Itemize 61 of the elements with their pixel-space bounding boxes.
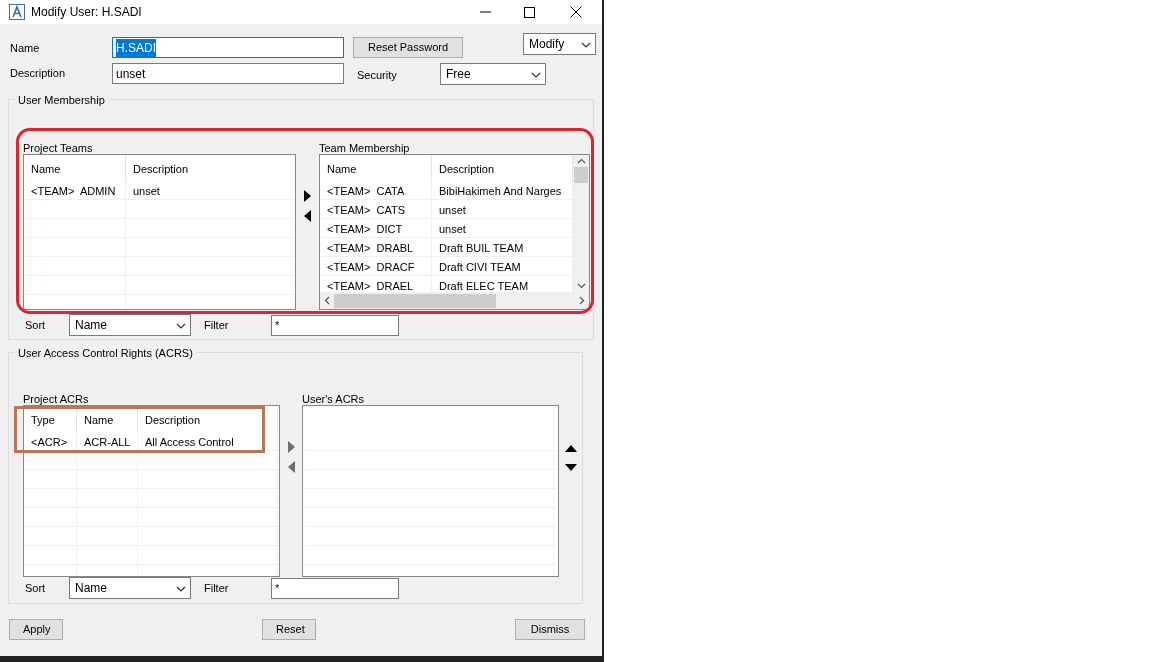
- table-label: Team Membership: [319, 141, 411, 154]
- table-cell: <TEAM> CATS: [320, 200, 432, 218]
- chevron-down-icon[interactable]: [576, 283, 586, 289]
- dropdown[interactable]: Modify: [523, 33, 596, 55]
- table-cell: ACR-ALL: [77, 432, 138, 450]
- column-header[interactable]: Description: [138, 406, 278, 432]
- table-label: Project Teams: [23, 141, 94, 154]
- horizontal-scrollbar[interactable]: [320, 292, 589, 309]
- column-header[interactable]: Name: [77, 406, 138, 432]
- filter-label: Filter: [204, 317, 230, 333]
- description-label: Description: [10, 66, 67, 81]
- field-value: H.SADI: [116, 38, 156, 57]
- chevron-left-icon[interactable]: [324, 296, 330, 305]
- table-cell: <TEAM> ADMIN: [24, 181, 126, 199]
- triangle-up-icon[interactable]: [564, 445, 577, 452]
- triangle-down-icon[interactable]: [564, 464, 577, 471]
- table-label: User's ACRs: [302, 392, 365, 405]
- table-cell: <TEAM> DRABL: [320, 238, 432, 256]
- table-label: Project ACRs: [23, 392, 90, 405]
- chevron-right-icon[interactable]: [579, 296, 585, 305]
- table-cell: <TEAM> CATA: [320, 181, 432, 199]
- sort-label: Sort: [24, 580, 47, 596]
- dialog-button[interactable]: Apply: [9, 619, 63, 640]
- vertical-scrollbar[interactable]: [573, 155, 589, 292]
- filter-field[interactable]: *: [271, 577, 399, 599]
- filter-label: Filter: [204, 580, 230, 596]
- column-header[interactable]: Name: [320, 155, 432, 181]
- column-header[interactable]: Name: [24, 155, 126, 181]
- dialog-button[interactable]: Reset: [262, 619, 316, 640]
- dropdown[interactable]: Free: [440, 63, 546, 85]
- text-field[interactable]: H.SADI: [112, 37, 344, 58]
- chevron-down-icon: [581, 42, 591, 48]
- scrollbar-thumb[interactable]: [574, 167, 588, 183]
- table-cell: All Access Control: [138, 432, 278, 450]
- chevron-down-icon: [176, 586, 186, 592]
- security-label: Security: [357, 68, 398, 83]
- triangle-right-icon[interactable]: [304, 190, 311, 202]
- chevron-down-icon: [176, 323, 186, 329]
- scrollbar-thumb[interactable]: [334, 293, 496, 308]
- table-cell: <TEAM> DICT: [320, 219, 432, 237]
- triangle-left-icon[interactable]: [304, 210, 311, 222]
- dropdown[interactable]: Name: [69, 577, 191, 599]
- name-label: Name: [10, 41, 41, 56]
- text-field[interactable]: unset: [112, 63, 344, 84]
- dialog-button[interactable]: Dismiss: [515, 619, 585, 640]
- column-header[interactable]: Type: [24, 406, 77, 432]
- column-header[interactable]: Description: [126, 155, 295, 181]
- filter-field[interactable]: *: [271, 314, 399, 336]
- app-logo-icon: [9, 4, 25, 20]
- field-value: unset: [116, 65, 146, 83]
- window-title: Modify User: H.SADI: [31, 4, 142, 21]
- maximize-icon[interactable]: [524, 6, 535, 18]
- chevron-up-icon[interactable]: [576, 158, 586, 164]
- chevron-down-icon: [531, 72, 541, 78]
- sort-label: Sort: [24, 317, 47, 333]
- table-cell: <TEAM> DRACF: [320, 257, 432, 275]
- close-icon[interactable]: [570, 6, 582, 18]
- dropdown[interactable]: Name: [69, 314, 191, 336]
- table-cell: <ACR>: [24, 432, 77, 450]
- reset-password-button[interactable]: Reset Password: [353, 37, 463, 58]
- table-cell: unset: [126, 181, 295, 199]
